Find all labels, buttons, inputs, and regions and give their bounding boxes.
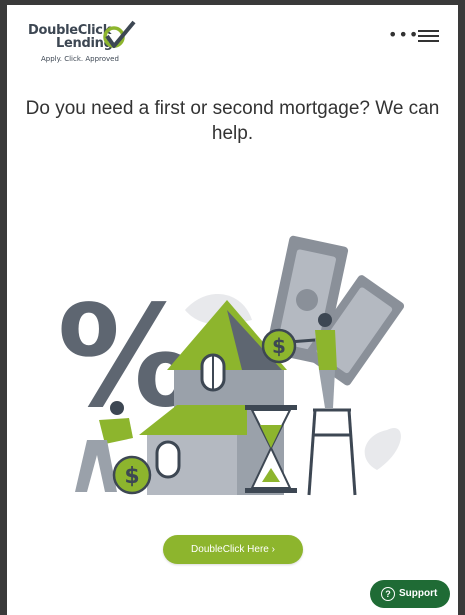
leaf-shape-right [364, 428, 401, 470]
coin-dollar-top: $ [272, 334, 286, 358]
brand-logo[interactable]: DoubleClick Lending Apply. Click. Approv… [26, 20, 146, 68]
question-icon: ? [381, 587, 395, 601]
ladder [307, 408, 357, 496]
logo-check-icon [103, 20, 136, 48]
window-frame-right [458, 0, 465, 615]
support-button[interactable]: ? Support [370, 580, 450, 608]
more-dots-icon[interactable]: ••• [388, 27, 419, 43]
coin-top: $ [261, 328, 297, 364]
window-frame-top [0, 0, 465, 5]
house-mortgage-illustration: % $ $ [57, 235, 405, 496]
page-headline: Do you need a first or second mortgage? … [25, 98, 440, 144]
small-house-window [155, 440, 181, 479]
support-label: Support [399, 588, 438, 599]
coin-dollar-bottom: $ [124, 464, 139, 489]
doubleclick-here-button[interactable]: DoubleClick Here › [163, 535, 303, 564]
hamburger-icon[interactable] [418, 30, 439, 44]
logo-tagline: Apply. Click. Approved [41, 55, 119, 63]
window-frame-left [0, 0, 7, 615]
coin-bottom: $ [112, 455, 152, 495]
